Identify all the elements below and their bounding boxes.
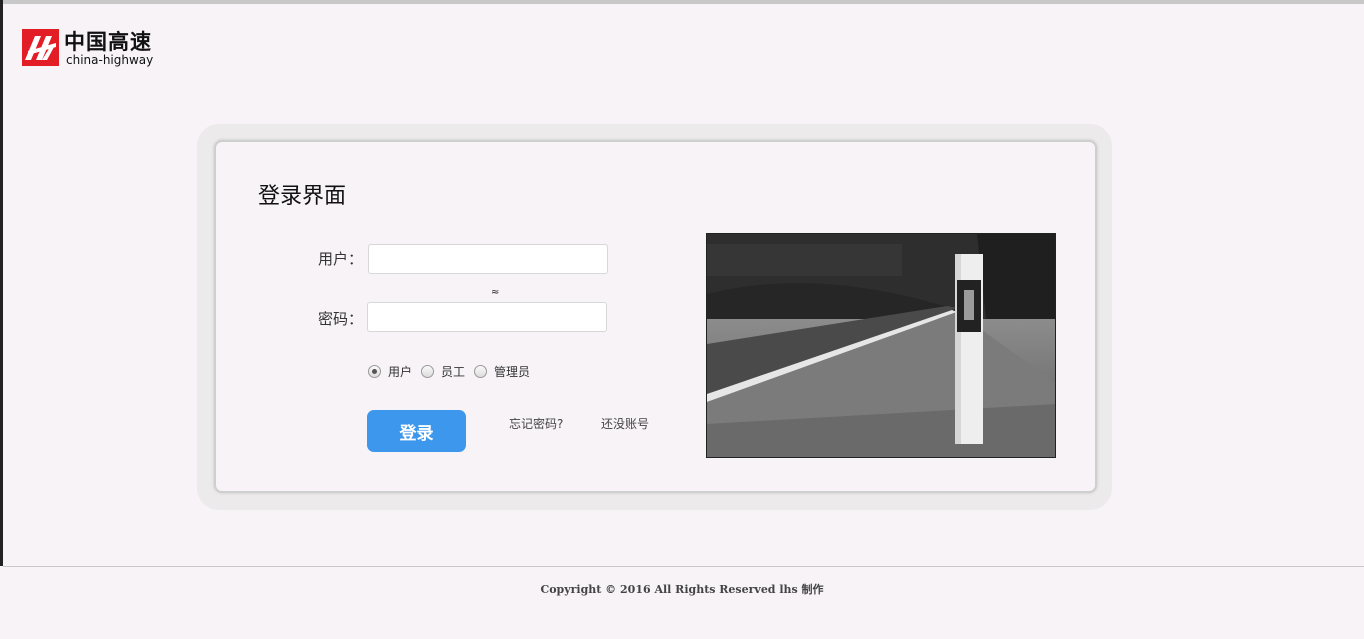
role-radio-admin[interactable]: 管理员 — [474, 363, 530, 380]
login-title: 登录界面 — [258, 184, 347, 209]
login-page: 中国高速 china-highway 登录界面 用户： ≈ 密码： 用户 员工 … — [0, 0, 1364, 639]
left-border — [0, 0, 3, 566]
role-label-admin: 管理员 — [494, 365, 531, 379]
password-input[interactable] — [367, 302, 607, 332]
logo-name-en: china-highway — [66, 53, 154, 67]
role-radio-group: 用户 员工 管理员 — [368, 363, 539, 380]
radio-checked-icon[interactable] — [368, 365, 381, 378]
highway-photo — [706, 233, 1056, 458]
logo-name-cn: 中国高速 — [64, 30, 152, 54]
register-link[interactable]: 还没账号 — [601, 415, 649, 432]
password-label: 密码： — [318, 310, 364, 328]
login-card: 登录界面 用户： ≈ 密码： 用户 员工 管理员 登录 忘记密码? 还没账号 — [214, 140, 1097, 493]
mouse-cursor-icon: ≈ — [491, 287, 500, 298]
role-radio-user[interactable]: 用户 — [368, 363, 412, 380]
role-radio-employee[interactable]: 员工 — [421, 363, 465, 380]
radio-unchecked-icon[interactable] — [474, 365, 488, 378]
top-border — [0, 0, 1364, 4]
forgot-password-link[interactable]: 忘记密码? — [509, 415, 563, 432]
highway-logo-icon — [22, 29, 59, 66]
footer-divider — [3, 566, 1364, 567]
login-button[interactable]: 登录 — [367, 410, 466, 452]
role-label-employee: 员工 — [441, 365, 466, 379]
radio-unchecked-icon[interactable] — [421, 365, 435, 378]
brand-logo[interactable]: 中国高速 china-highway — [22, 29, 162, 67]
role-label-user: 用户 — [388, 365, 413, 379]
username-label: 用户： — [318, 250, 364, 268]
username-input[interactable] — [368, 244, 608, 274]
footer-copyright: Copyright © 2016 All Rights Reserved lhs… — [540, 583, 824, 596]
